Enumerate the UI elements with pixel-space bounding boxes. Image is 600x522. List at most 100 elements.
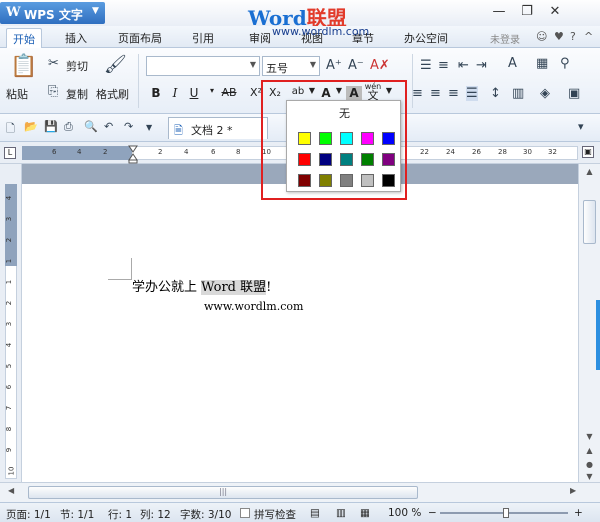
clear-format-icon[interactable]: A✗ bbox=[370, 58, 390, 73]
side-panel-tab[interactable] bbox=[596, 300, 600, 370]
ruler-tick-label: 6 bbox=[52, 148, 57, 156]
undo-icon[interactable]: ↶ bbox=[104, 120, 113, 133]
columns-icon[interactable]: ▥ bbox=[512, 86, 524, 101]
redo-icon[interactable]: ↷ bbox=[124, 120, 133, 133]
font-name-select[interactable]: ▼ bbox=[146, 56, 260, 76]
prev-page-icon[interactable]: ▲ bbox=[583, 446, 596, 459]
horizontal-scroll-thumb[interactable]: ||| bbox=[28, 486, 418, 499]
italic-button[interactable]: I bbox=[166, 86, 184, 104]
indent-marker[interactable] bbox=[128, 142, 138, 164]
ruler-tick-label: 8 bbox=[236, 148, 241, 156]
format-painter-button[interactable]: 格式刷 bbox=[96, 86, 129, 102]
style-gallery-icon[interactable]: ▦ bbox=[536, 56, 548, 71]
tab-page-layout[interactable]: 页面布局 bbox=[118, 30, 162, 46]
bold-button[interactable]: B bbox=[147, 86, 165, 104]
zoom-out-icon[interactable]: − bbox=[428, 507, 437, 519]
text-effect-icon[interactable]: A bbox=[508, 56, 517, 71]
vertical-scroll-thumb[interactable] bbox=[583, 200, 596, 244]
document-line-1[interactable]: 学办公就上 Word 联盟! bbox=[132, 276, 271, 295]
zoom-slider-thumb[interactable] bbox=[503, 508, 509, 518]
print-icon[interactable]: ⎙ bbox=[64, 120, 73, 134]
collapse-ribbon-icon[interactable]: ^ bbox=[584, 30, 593, 43]
align-right-icon[interactable]: ≡ bbox=[430, 86, 441, 101]
vruler-tick-label: 1 bbox=[5, 258, 14, 264]
status-page[interactable]: 页面: 1/1 bbox=[6, 507, 51, 522]
scroll-right-icon[interactable]: ▶ bbox=[570, 486, 576, 495]
vruler-tick-label: 2 bbox=[5, 300, 14, 306]
open-folder-icon[interactable]: 📂 bbox=[24, 120, 38, 133]
scroll-up-icon[interactable]: ▲ bbox=[583, 167, 596, 180]
bullet-list-icon[interactable]: ☰ bbox=[420, 58, 432, 73]
numbered-list-icon[interactable]: ≡ bbox=[438, 58, 449, 73]
horizontal-scrollbar[interactable]: ◀ ||| ▶ bbox=[0, 482, 600, 502]
vruler-tick-label: 9 bbox=[5, 447, 14, 453]
vertical-ruler[interactable]: 4 3 2 1 1 2 3 4 5 6 7 8 9 10 bbox=[0, 164, 22, 482]
tab-menu-icon[interactable]: ▾ bbox=[578, 120, 584, 133]
document-area: 学办公就上 Word 联盟! www.wordlm.com bbox=[22, 164, 578, 482]
document-page[interactable]: 学办公就上 Word 联盟! www.wordlm.com bbox=[22, 184, 578, 482]
print-preview-icon[interactable]: 🔍 bbox=[84, 120, 98, 133]
new-doc-icon[interactable]: 🗋 bbox=[6, 120, 15, 139]
skin-icon[interactable]: ☺ bbox=[536, 30, 547, 43]
margin-corner-mark bbox=[108, 258, 132, 280]
underline-button[interactable]: U bbox=[185, 86, 203, 104]
scroll-left-icon[interactable]: ◀ bbox=[8, 486, 14, 495]
increase-indent-icon[interactable]: ⇥ bbox=[476, 58, 487, 73]
tab-stop-selector[interactable]: L bbox=[4, 147, 16, 159]
distribute-icon[interactable]: ☰ bbox=[466, 86, 478, 101]
align-center-icon[interactable]: ≡ bbox=[412, 86, 423, 101]
help-icon[interactable]: ? bbox=[570, 30, 576, 43]
ruler-tick-label: 4 bbox=[77, 148, 82, 156]
zoom-level[interactable]: 100 % bbox=[388, 507, 421, 519]
close-button[interactable]: ✕ bbox=[543, 4, 567, 22]
tab-home[interactable]: 开始 bbox=[6, 28, 42, 48]
vruler-tick-label: 3 bbox=[5, 216, 14, 222]
cut-button[interactable]: 剪切 bbox=[66, 58, 88, 74]
shrink-font-icon[interactable]: A⁻ bbox=[348, 58, 364, 73]
shirt-icon[interactable]: ♥ bbox=[554, 30, 564, 43]
full-screen-view-icon[interactable]: ▥ bbox=[336, 507, 346, 519]
web-view-icon[interactable]: ▦ bbox=[360, 507, 370, 519]
strikethrough-button[interactable]: AB bbox=[214, 86, 244, 104]
align-justify-icon[interactable]: ≡ bbox=[448, 86, 459, 101]
zoom-in-icon[interactable]: + bbox=[574, 507, 583, 519]
title-bar: W WPS 文字 ▼ Word联盟 — ❐ ✕ bbox=[0, 0, 600, 30]
chevron-down-icon: ▼ bbox=[309, 60, 316, 69]
copy-icon: ⎘ bbox=[48, 84, 59, 99]
spellcheck-label[interactable]: 拼写检查 bbox=[254, 507, 296, 522]
login-status[interactable]: 未登录 bbox=[490, 31, 520, 46]
app-menu-button[interactable]: W WPS 文字 ▼ bbox=[0, 2, 105, 24]
font-size-select[interactable]: 五号 ▼ bbox=[262, 56, 320, 76]
paste-icon[interactable]: 📋 bbox=[10, 54, 37, 80]
document-tab[interactable]: 🗎 文档 2 * bbox=[168, 117, 268, 139]
line-spacing-icon[interactable]: ↕ bbox=[490, 86, 501, 101]
document-line-2[interactable]: www.wordlm.com bbox=[204, 300, 303, 313]
paste-button[interactable]: 粘贴 bbox=[6, 86, 28, 102]
copy-button[interactable]: 复制 bbox=[66, 86, 88, 102]
app-name: WPS 文字 bbox=[24, 8, 83, 22]
customize-dropdown-icon[interactable]: ▼ bbox=[146, 123, 152, 132]
fill-color-icon[interactable]: ◈ bbox=[540, 86, 550, 101]
status-word-count[interactable]: 字数: 3/10 bbox=[180, 507, 231, 522]
vruler-tick-label: 5 bbox=[5, 363, 14, 369]
vruler-tick-label: 1 bbox=[5, 279, 14, 285]
grow-font-icon[interactable]: A⁺ bbox=[326, 58, 342, 73]
tab-insert[interactable]: 插入 bbox=[65, 30, 87, 46]
ruler-toggle-icon[interactable]: ▣ bbox=[582, 146, 594, 158]
find-replace-icon[interactable]: ⚲ bbox=[560, 56, 570, 71]
scroll-down-icon[interactable]: ▼ bbox=[583, 432, 596, 445]
tab-office-space[interactable]: 办公空间 bbox=[404, 30, 448, 46]
tab-references[interactable]: 引用 bbox=[192, 30, 214, 46]
maximize-button[interactable]: ❐ bbox=[515, 4, 539, 22]
font-size-value: 五号 bbox=[266, 62, 288, 75]
minimize-button[interactable]: — bbox=[487, 4, 511, 22]
highlighted-text[interactable]: Word 联盟 bbox=[201, 280, 267, 295]
vruler-tick-label: 8 bbox=[5, 426, 14, 432]
page-view-icon[interactable]: ▤ bbox=[310, 507, 320, 519]
save-icon[interactable]: 💾 bbox=[44, 120, 58, 133]
decrease-indent-icon[interactable]: ⇤ bbox=[458, 58, 469, 73]
spellcheck-checkbox[interactable] bbox=[240, 508, 250, 518]
borders-icon[interactable]: ▣ bbox=[568, 86, 580, 101]
tab-review[interactable]: 审阅 bbox=[249, 30, 271, 46]
ruler-tick-label: 28 bbox=[498, 148, 507, 156]
